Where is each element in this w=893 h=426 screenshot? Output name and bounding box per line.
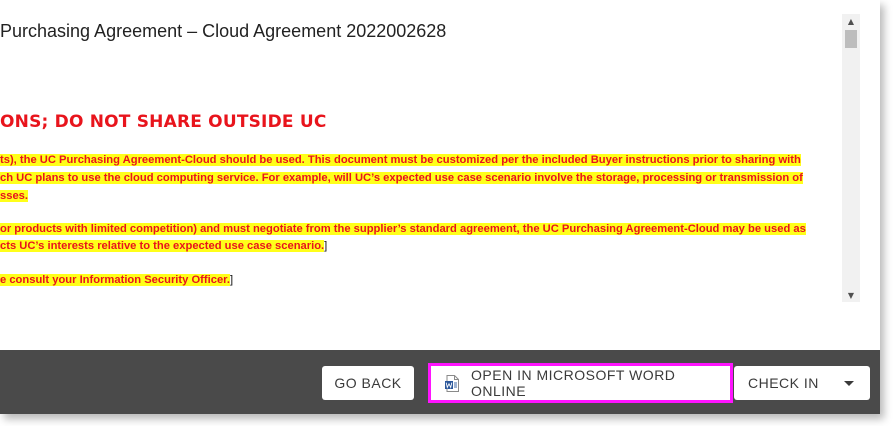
check-in-label: CHECK IN <box>748 375 819 391</box>
open-in-word-online-button[interactable]: OPEN IN MICROSOFT WORD ONLINE <box>431 366 730 400</box>
document-preview[interactable]: Purchasing Agreement – Cloud Agreement 2… <box>0 0 880 350</box>
closing-bracket: ] <box>230 274 234 286</box>
go-back-label: GO BACK <box>334 375 402 391</box>
instruction-line: ts), the UC Purchasing Agreement-Cloud s… <box>0 153 801 168</box>
scrollbar-thumb[interactable] <box>845 30 857 48</box>
highlighted-text: or products with limited competition) an… <box>0 223 806 235</box>
scroll-down-arrow-icon[interactable]: ▼ <box>842 288 860 302</box>
highlighted-text: ts), the UC Purchasing Agreement-Cloud s… <box>0 154 801 166</box>
check-in-button[interactable]: CHECK IN <box>734 366 870 400</box>
vertical-scrollbar[interactable]: ▲ ▼ <box>842 14 860 302</box>
chevron-down-icon[interactable] <box>844 380 854 386</box>
highlighted-text: e consult your Information Security Offi… <box>0 274 231 286</box>
scroll-up-arrow-icon[interactable]: ▲ <box>842 14 860 28</box>
highlighted-text: sses. <box>0 190 28 202</box>
highlighted-text: ch UC plans to use the cloud computing s… <box>0 172 803 184</box>
instruction-line: e consult your Information Security Offi… <box>0 273 233 288</box>
instruction-line: cts UC’s interests relative to the expec… <box>0 239 327 254</box>
instruction-line: sses. <box>0 189 28 204</box>
bottom-action-bar: GO BACK OPEN IN MICROSOFT WORD ONLINE CH… <box>0 350 880 414</box>
open-in-word-label: OPEN IN MICROSOFT WORD ONLINE <box>471 367 676 399</box>
document-viewer-window: Purchasing Agreement – Cloud Agreement 2… <box>0 0 880 414</box>
instruction-line: or products with limited competition) an… <box>0 222 806 237</box>
instruction-line: ch UC plans to use the cloud computing s… <box>0 171 803 186</box>
closing-bracket: ] <box>324 240 328 252</box>
highlighted-text: cts UC’s interests relative to the expec… <box>0 240 325 252</box>
go-back-button[interactable]: GO BACK <box>322 366 414 400</box>
document-title: Purchasing Agreement – Cloud Agreement 2… <box>0 21 447 41</box>
word-document-icon <box>445 374 459 392</box>
confidential-heading: ONS; DO NOT SHARE OUTSIDE UC <box>0 112 327 132</box>
